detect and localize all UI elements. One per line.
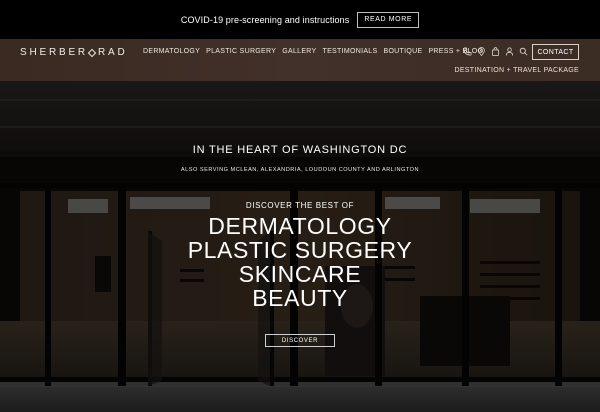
shopping-bag-icon[interactable] — [491, 47, 500, 56]
hero-discover-intro: DISCOVER THE BEST OF — [245, 201, 355, 210]
logo-text-left: SHERBER — [20, 47, 88, 58]
search-icon[interactable] — [519, 47, 528, 56]
logo-text-right: RAD — [97, 47, 128, 58]
phone-icon[interactable] — [463, 47, 472, 56]
nav-item-plastic-surgery[interactable]: PLASTIC SURGERY — [206, 48, 276, 55]
hero-heading: IN THE HEART OF WASHINGTON DC — [192, 144, 408, 156]
nav-item-testimonials[interactable]: TESTIMONIALS — [323, 48, 378, 55]
service-beauty: BEAUTY — [252, 285, 348, 311]
site-header: SHERBER RAD DERMATOLOGY PLASTIC SURGERY … — [0, 39, 600, 81]
nav-item-boutique[interactable]: BOUTIQUE — [383, 48, 422, 55]
service-skincare: SKINCARE — [238, 261, 362, 287]
service-dermatology: DERMATOLOGY — [208, 213, 392, 239]
contact-button[interactable]: CONTACT — [532, 44, 579, 60]
announcement-bar: COVID-19 pre-screening and instructions … — [0, 0, 600, 39]
read-more-button[interactable]: READ MORE — [357, 11, 420, 28]
discover-button[interactable]: DISCOVER — [265, 334, 335, 347]
user-icon[interactable] — [505, 47, 514, 56]
destination-travel-link[interactable]: DESTINATION + TRAVEL PACKAGE — [454, 67, 579, 74]
hero-subheading: ALSO SERVING MCLEAN, ALEXANDRIA, LOUDOUN… — [180, 167, 420, 173]
main-nav: DERMATOLOGY PLASTIC SURGERY GALLERY TEST… — [143, 48, 483, 55]
nav-item-gallery[interactable]: GALLERY — [282, 48, 316, 55]
announcement-text: COVID-19 pre-screening and instructions — [180, 14, 350, 25]
hero-services: DERMATOLOGY PLASTIC SURGERY SKINCARE BEA… — [0, 214, 600, 310]
location-pin-icon[interactable] — [477, 47, 486, 56]
logo[interactable]: SHERBER RAD — [20, 47, 127, 58]
nav-item-dermatology[interactable]: DERMATOLOGY — [143, 48, 200, 55]
header-icons — [463, 47, 528, 56]
logo-diamond-icon — [87, 48, 97, 57]
hero-section: IN THE HEART OF WASHINGTON DC ALSO SERVI… — [0, 81, 600, 412]
service-plastic-surgery: PLASTIC SURGERY — [187, 237, 413, 263]
